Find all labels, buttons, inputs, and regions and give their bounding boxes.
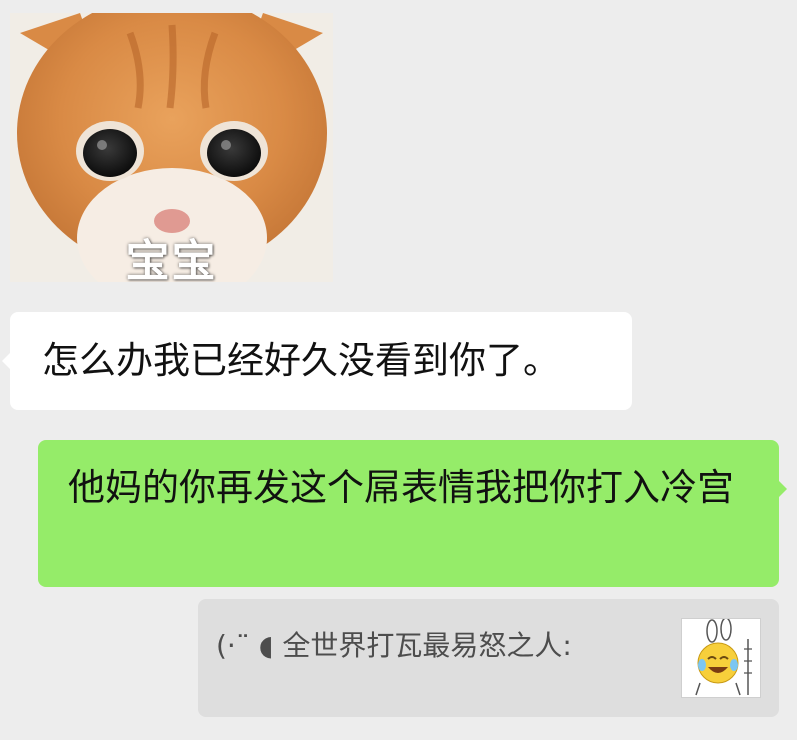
received-message-bubble[interactable]: 怎么办我已经好久没看到你了。: [2, 312, 632, 410]
sent-message-text: 他妈的你再发这个屌表情我把你打入冷宫: [68, 466, 734, 509]
quoted-message-text: (·¨ ◖ 全世界打瓦最易怒之人:: [216, 629, 572, 662]
laughing-crying-bunny-icon: [682, 619, 760, 697]
sticker-caption: 宝宝: [125, 236, 218, 282]
sticker-image-message[interactable]: 宝宝: [10, 13, 333, 282]
quoted-message-reference[interactable]: (·¨ ◖ 全世界打瓦最易怒之人:: [198, 599, 779, 717]
received-message-text: 怎么办我已经好久没看到你了。: [42, 339, 560, 382]
quoted-sticker-thumbnail[interactable]: [681, 618, 761, 698]
sent-message-bubble[interactable]: 他妈的你再发这个屌表情我把你打入冷宫: [38, 440, 787, 587]
